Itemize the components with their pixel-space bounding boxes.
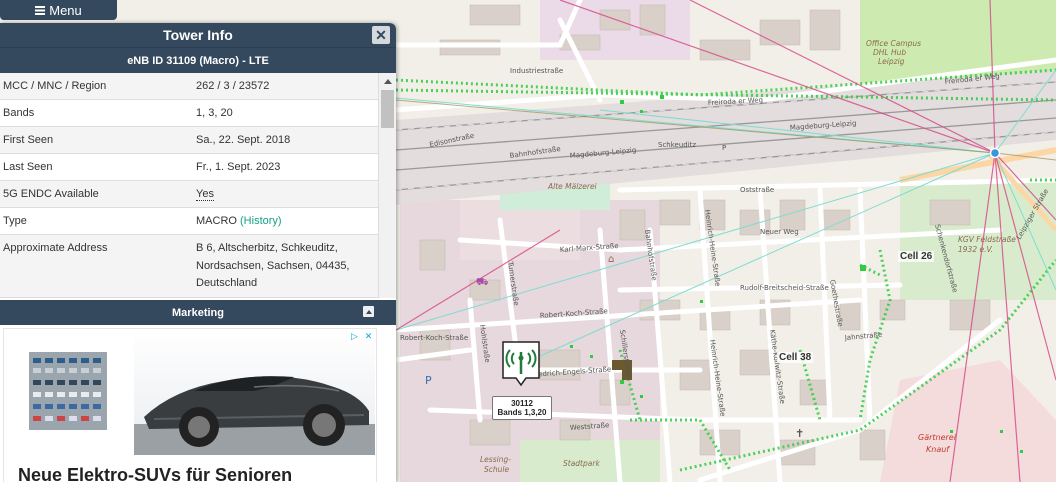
tower-dot-marker[interactable] xyxy=(989,147,1001,159)
svg-text:Robert-Koch-Straße: Robert-Koch-Straße xyxy=(400,334,468,342)
marketing-header: Marketing xyxy=(0,300,396,325)
svg-text:KGV Feldstraße: KGV Feldstraße xyxy=(958,235,1016,244)
table-row: Bands 1, 3, 20 xyxy=(0,99,379,127)
row-value: Yes xyxy=(190,180,379,208)
svg-text:Oststraße: Oststraße xyxy=(740,186,774,194)
row-key: Approximate Address xyxy=(0,234,190,298)
collapse-button[interactable] xyxy=(363,306,374,317)
row-key: First Seen xyxy=(0,126,190,154)
close-button[interactable]: ✕ xyxy=(372,26,390,44)
svg-text:Schkeuditz: Schkeuditz xyxy=(658,141,696,149)
advertisement[interactable]: ▷ ✕ Neue Elektro-SUVs für Senioren xyxy=(3,328,377,482)
table-row: Approximate Address B 6, Altscherbitz, S… xyxy=(0,234,379,298)
cell-label-26[interactable]: Cell 26 xyxy=(898,251,935,262)
ad-thumbnail-image[interactable] xyxy=(29,352,107,430)
arrow-up-icon xyxy=(383,78,392,84)
ad-headline[interactable]: Neue Elektro-SUVs für Senioren xyxy=(18,465,292,482)
address-line: B 6, Altscherbitz, Schkeuditz, xyxy=(196,242,338,254)
tower-marker-bands: Bands 1,3,20 xyxy=(497,408,547,417)
svg-text:Industriestraße: Industriestraße xyxy=(510,67,563,75)
svg-text:Alte Mälzerei: Alte Mälzerei xyxy=(547,182,598,191)
hamburger-icon xyxy=(35,5,46,15)
marketing-title: Marketing xyxy=(172,306,224,319)
svg-text:Leipzig: Leipzig xyxy=(878,57,905,66)
svg-text:DHL Hub: DHL Hub xyxy=(873,48,906,57)
panel-header: Tower Info ✕ xyxy=(0,23,396,47)
menu-label: Menu xyxy=(49,2,82,18)
info-scroll-area[interactable]: MCC / MNC / Region 262 / 3 / 23572 Bands… xyxy=(0,73,396,298)
enb-title-bar: eNB ID 31109 (Macro) - LTE xyxy=(0,47,396,73)
tower-info-panel: Tower Info ✕ eNB ID 31109 (Macro) - LTE … xyxy=(0,23,396,482)
address-value: B 6, Altscherbitz, Schkeuditz, Nordsachs… xyxy=(190,234,379,298)
scrollbar-thumb[interactable] xyxy=(381,90,394,128)
svg-text:Gärtnerei: Gärtnerei xyxy=(918,433,957,442)
address-line: Deutschland xyxy=(196,277,258,289)
row-key: Type xyxy=(0,207,190,235)
svg-text:⛟: ⛟ xyxy=(476,277,489,288)
table-row: Last Seen Fr., 1. Sept. 2023 xyxy=(0,153,379,181)
cell-label-38[interactable]: Cell 38 xyxy=(777,352,814,363)
close-icon: ✕ xyxy=(375,26,387,43)
tower-marker-icon[interactable] xyxy=(502,341,540,387)
table-row: MCC / MNC / Region 262 / 3 / 23572 xyxy=(0,73,379,100)
panel-title: Tower Info xyxy=(163,27,233,43)
scroll-up-button[interactable] xyxy=(379,73,396,89)
row-key: MCC / MNC / Region xyxy=(0,73,190,100)
table-row: 5G ENDC Available Yes xyxy=(0,180,379,208)
scrollbar[interactable] xyxy=(378,73,396,298)
tower-marker-id: 30112 xyxy=(511,399,533,408)
svg-text:Neuer Weg: Neuer Weg xyxy=(760,228,799,236)
row-value: MACRO (History) xyxy=(190,207,379,235)
type-value: MACRO xyxy=(196,215,237,227)
svg-text:P: P xyxy=(722,144,726,152)
ad-car-image[interactable] xyxy=(134,329,375,455)
row-value: 262 / 3 / 23572 xyxy=(190,73,379,100)
svg-text:Lessing-: Lessing- xyxy=(480,455,511,464)
row-value: Sa., 22. Sept. 2018 xyxy=(190,126,379,154)
collapse-icon xyxy=(365,309,372,314)
tower-info-table: MCC / MNC / Region 262 / 3 / 23572 Bands… xyxy=(0,73,379,298)
table-row: First Seen Sa., 22. Sept. 2018 xyxy=(0,126,379,154)
svg-text:✝: ✝ xyxy=(795,427,804,440)
svg-text:Knauf: Knauf xyxy=(926,445,950,454)
menu-button[interactable]: Menu xyxy=(0,0,117,20)
row-value: 1, 3, 20 xyxy=(190,99,379,127)
svg-text:Office Campus: Office Campus xyxy=(866,39,921,48)
enb-title: eNB ID 31109 (Macro) - LTE xyxy=(127,54,269,67)
svg-text:P: P xyxy=(425,374,432,387)
tower-marker-label[interactable]: 30112 Bands 1,3,20 xyxy=(492,396,552,420)
svg-text:1932 e.V.: 1932 e.V. xyxy=(958,245,993,254)
table-row: Type MACRO (History) xyxy=(0,207,379,235)
endc-value[interactable]: Yes xyxy=(196,188,214,201)
ad-choices[interactable]: ▷ ✕ xyxy=(348,330,375,343)
address-line: Nordsachsen, Sachsen, 04435, xyxy=(196,259,350,272)
svg-text:Rudolf-Breitscheid-Straße: Rudolf-Breitscheid-Straße xyxy=(740,284,829,292)
row-key: Last Seen xyxy=(0,153,190,181)
row-key: Bands xyxy=(0,99,190,127)
ad-info-icon[interactable]: ▷ xyxy=(348,330,361,343)
svg-text:Schule: Schule xyxy=(484,465,509,474)
history-link[interactable]: (History) xyxy=(240,215,282,227)
svg-text:Stadtpark: Stadtpark xyxy=(563,459,600,468)
row-value: Fr., 1. Sept. 2023 xyxy=(190,153,379,181)
svg-text:⌂: ⌂ xyxy=(608,254,614,265)
row-key: 5G ENDC Available xyxy=(0,180,190,208)
ad-close-icon[interactable]: ✕ xyxy=(362,330,375,343)
